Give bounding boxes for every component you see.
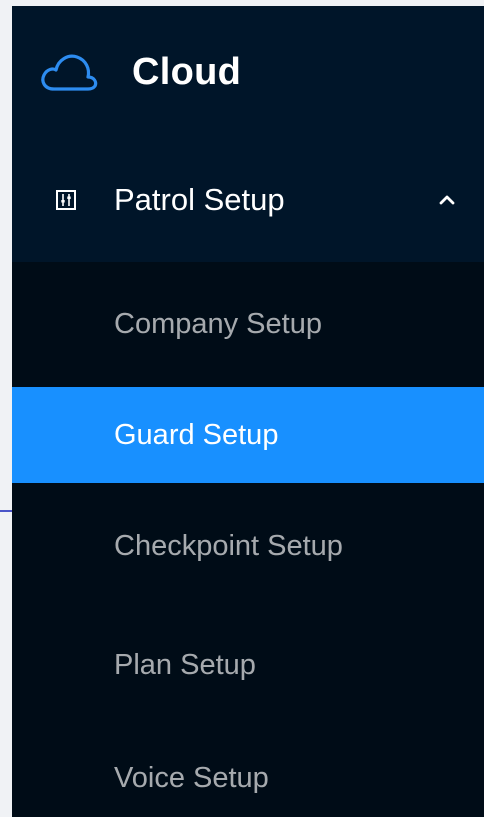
menu-item-guard-setup[interactable]: Guard Setup [12, 387, 484, 483]
menu-item-plan-setup[interactable]: Plan Setup [12, 609, 484, 722]
menu-item-label: Checkpoint Setup [114, 529, 343, 562]
sliders-icon [56, 190, 76, 210]
menu-item-label: Voice Setup [114, 762, 269, 794]
sidebar: Cloud Patrol Setup Company Setup Guard S… [12, 6, 484, 817]
submenu-patrol-setup[interactable]: Patrol Setup [12, 138, 484, 262]
submenu-list: Company Setup Guard Setup Checkpoint Set… [12, 262, 484, 817]
cloud-icon [38, 49, 100, 95]
app-frame: Cloud Patrol Setup Company Setup Guard S… [0, 0, 484, 817]
logo[interactable]: Cloud [12, 6, 484, 138]
menu-item-label: Company Setup [114, 308, 322, 340]
menu-item-company-setup[interactable]: Company Setup [12, 262, 484, 387]
chevron-up-icon[interactable] [436, 189, 458, 211]
page-divider-line [0, 510, 12, 512]
app-name: Cloud [132, 50, 242, 93]
submenu-label: Patrol Setup [114, 182, 285, 217]
menu-item-voice-setup[interactable]: Voice Setup [12, 722, 484, 817]
menu-item-label: Guard Setup [114, 418, 279, 451]
menu-item-checkpoint-setup[interactable]: Checkpoint Setup [12, 483, 484, 609]
menu-item-label: Plan Setup [114, 649, 256, 681]
